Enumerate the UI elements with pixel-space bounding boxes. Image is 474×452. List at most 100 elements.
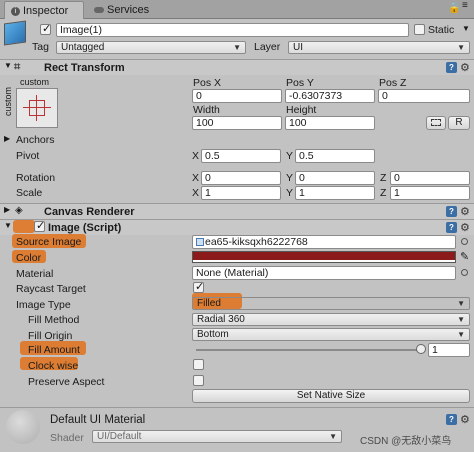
cloud-icon <box>94 7 104 14</box>
fill-amount-slider-thumb[interactable] <box>416 344 426 354</box>
layer-value: UI <box>293 42 303 53</box>
canvas-renderer-icon: ◈ <box>15 205 23 216</box>
tag-label: Tag <box>32 41 49 53</box>
source-image-value: ea65-kiksqxh6222768 <box>205 236 308 248</box>
scale-y-input[interactable]: 1 <box>295 186 375 200</box>
width-input[interactable]: 100 <box>192 116 282 130</box>
gear-icon[interactable]: ⚙ <box>460 61 470 74</box>
raw-edit-button[interactable]: R <box>448 116 470 130</box>
rotation-label: Rotation <box>16 172 56 184</box>
pivot-y-input[interactable]: 0.5 <box>295 149 375 163</box>
pos-z-label: Pos Z <box>379 77 407 89</box>
fill-method-dropdown[interactable]: Radial 360 ▼ <box>192 313 470 326</box>
canvas-renderer-title: Canvas Renderer <box>44 206 135 218</box>
chevron-down-icon: ▼ <box>457 299 465 308</box>
rotation-x-label: X <box>192 172 200 184</box>
color-swatch[interactable] <box>192 251 456 263</box>
anchor-vline <box>36 95 37 121</box>
anchor-square-icon <box>29 100 45 116</box>
shader-value: UI/Default <box>97 431 142 442</box>
static-checkbox[interactable] <box>414 24 425 35</box>
tab-inspector[interactable]: i Inspector <box>4 1 84 19</box>
rotation-y-label: Y <box>286 172 294 184</box>
object-picker-icon[interactable] <box>461 269 468 276</box>
fill-origin-value: Bottom <box>197 329 229 340</box>
tag-value: Untagged <box>61 42 105 53</box>
height-label: Height <box>286 104 317 116</box>
dashed-rect-icon <box>431 118 441 126</box>
material-field[interactable]: None (Material) <box>192 266 456 280</box>
sprite-icon <box>196 238 204 247</box>
chevron-down-icon: ▼ <box>457 43 465 52</box>
scale-z-input[interactable]: 1 <box>390 186 470 200</box>
set-native-size-button[interactable]: Set Native Size <box>192 389 470 403</box>
anchor-preset-side-label: custom <box>3 86 13 116</box>
height-input[interactable]: 100 <box>285 116 375 130</box>
help-icon[interactable]: ? <box>446 62 457 73</box>
gear-icon[interactable]: ⚙ <box>460 205 470 218</box>
material-preview-sphere <box>6 410 40 444</box>
lock-icon[interactable]: 🔒 <box>448 3 460 14</box>
scale-x-input[interactable]: 1 <box>201 186 281 200</box>
section-divider <box>0 407 474 408</box>
layer-dropdown[interactable]: UI ▼ <box>288 41 470 54</box>
pos-x-input[interactable]: 0 <box>192 89 282 103</box>
tab-services[interactable]: Services <box>88 1 155 19</box>
image-enabled-checkbox[interactable] <box>34 219 45 232</box>
object-name-input[interactable]: Image(1) <box>56 23 409 37</box>
preserve-aspect-checkbox[interactable] <box>193 375 204 386</box>
static-label: Static <box>428 24 455 36</box>
gear-icon[interactable]: ⚙ <box>460 413 470 426</box>
help-icon[interactable]: ? <box>446 222 457 233</box>
eyedropper-icon[interactable]: ✎ <box>460 250 469 263</box>
pivot-x-label: X <box>192 150 200 162</box>
scale-x-label: X <box>192 187 200 199</box>
pos-z-input[interactable]: 0 <box>378 89 470 103</box>
anchor-hline <box>23 107 51 108</box>
rect-transform-title: Rect Transform <box>44 62 125 74</box>
fill-origin-dropdown[interactable]: Bottom ▼ <box>192 328 470 341</box>
fill-amount-label: Fill Amount <box>28 344 80 356</box>
clockwise-label: Clock wise <box>28 360 79 372</box>
expand-arrow-icon[interactable]: ▼ <box>4 221 12 230</box>
clockwise-checkbox[interactable] <box>193 359 204 370</box>
watermark: CSDN @无敌小菜鸟 <box>360 436 452 447</box>
pivot-label: Pivot <box>16 150 40 162</box>
fill-amount-input[interactable]: 1 <box>428 343 470 357</box>
tab-inspector-label: Inspector <box>23 5 69 17</box>
gear-icon[interactable]: ⚙ <box>460 221 470 234</box>
fill-method-value: Radial 360 <box>197 314 245 325</box>
rotation-y-input[interactable]: 0 <box>295 171 375 185</box>
expand-arrow-icon[interactable]: ▼ <box>4 61 12 70</box>
rotation-x-input[interactable]: 0 <box>201 171 281 185</box>
pivot-x-input[interactable]: 0.5 <box>201 149 281 163</box>
collapse-arrow-icon[interactable]: ▶ <box>4 205 10 214</box>
help-icon[interactable]: ? <box>446 206 457 217</box>
anchor-preset-button[interactable] <box>16 88 58 128</box>
rect-transform-icon: ⌗ <box>14 61 21 73</box>
shader-dropdown[interactable]: UI/Default ▼ <box>92 430 342 443</box>
chevron-down-icon: ▼ <box>329 432 337 441</box>
blueprint-mode-button[interactable] <box>426 116 446 130</box>
rotation-z-input[interactable]: 0 <box>390 171 470 185</box>
scale-label: Scale <box>16 187 43 199</box>
object-picker-icon[interactable] <box>461 238 468 245</box>
pivot-y-label: Y <box>286 150 294 162</box>
color-label: Color <box>16 252 42 264</box>
image-type-label: Image Type <box>16 299 71 311</box>
gameobject-cube-icon <box>4 20 26 46</box>
fill-method-label: Fill Method <box>28 314 80 326</box>
image-type-dropdown[interactable]: Filled ▼ <box>192 297 470 310</box>
pos-y-input[interactable]: -0.6307373 <box>285 89 375 103</box>
image-type-value: Filled <box>197 298 221 309</box>
material-label: Material <box>16 268 54 280</box>
source-image-field[interactable]: ea65-kiksqxh6222768 <box>192 235 456 249</box>
active-checkbox[interactable] <box>40 22 51 35</box>
collapse-arrow-icon[interactable]: ▶ <box>4 134 10 143</box>
raycast-target-checkbox[interactable] <box>193 280 204 293</box>
tag-dropdown[interactable]: Untagged ▼ <box>56 41 246 54</box>
fill-amount-slider-track[interactable] <box>196 349 424 351</box>
static-dropdown-arrow-icon[interactable]: ▼ <box>462 24 470 33</box>
help-icon[interactable]: ? <box>446 414 457 425</box>
menu-icon[interactable]: ≡ <box>462 1 468 11</box>
